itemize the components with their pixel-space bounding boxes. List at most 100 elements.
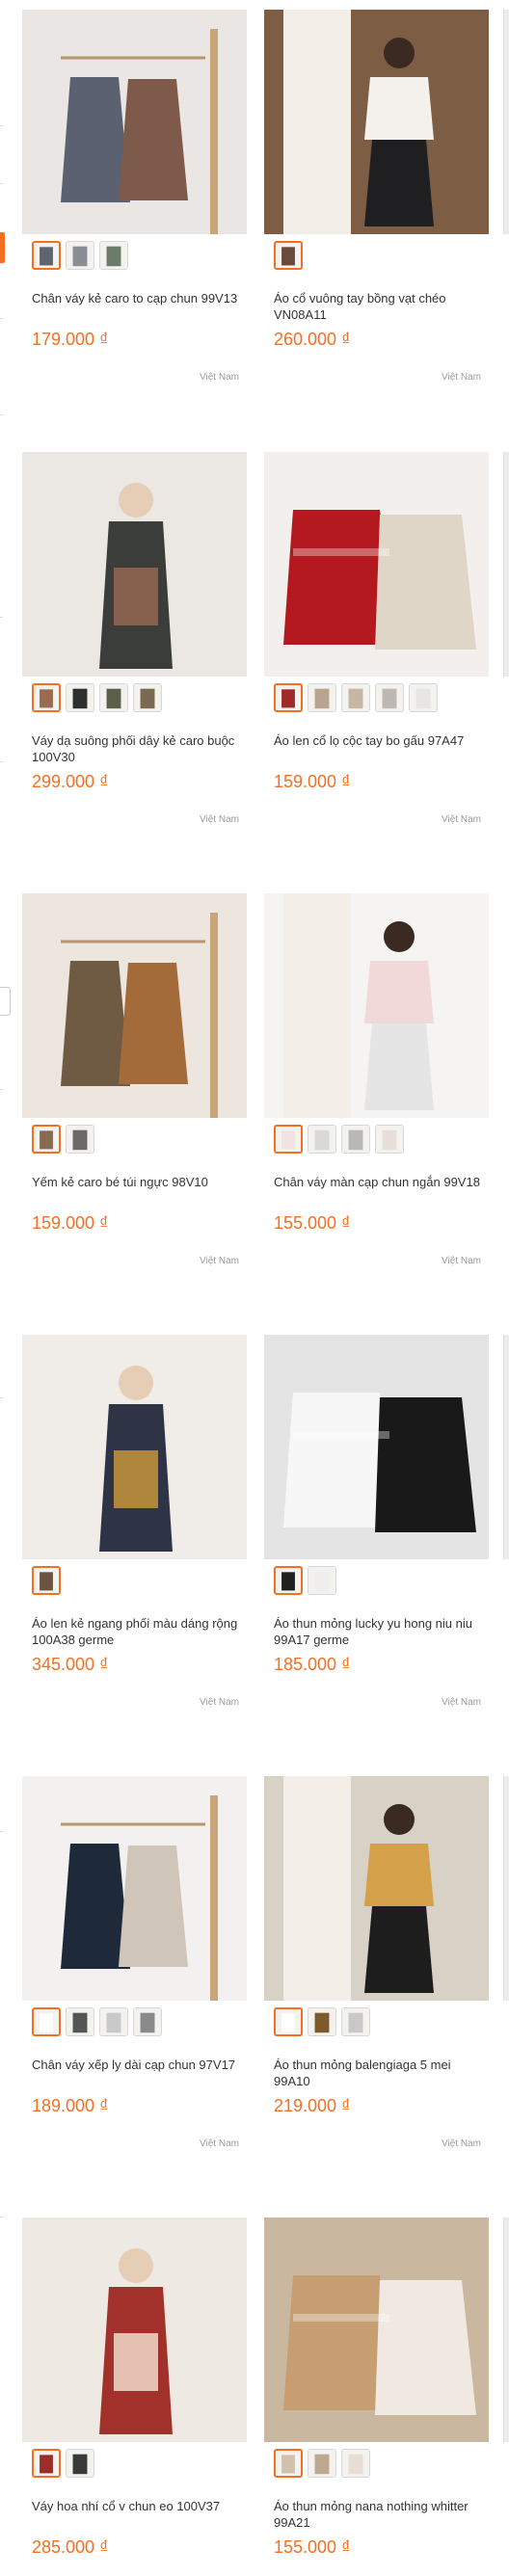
- scroll-handle[interactable]: [0, 987, 11, 1016]
- product-name[interactable]: Áo len cổ lọ cộc tay bo gấu 97A47: [274, 732, 481, 749]
- variant-thumbnail[interactable]: [375, 683, 404, 712]
- product-image[interactable]: [22, 1776, 247, 2001]
- next-card-peek: [503, 1776, 509, 2001]
- variant-thumbnail[interactable]: [32, 2449, 61, 2478]
- product-image[interactable]: [22, 1335, 247, 1559]
- product-price: 299.000 ₫: [32, 772, 109, 791]
- variant-thumbnails: [32, 2007, 162, 2036]
- product-card[interactable]: Chân váy kẻ caro to cạp chun 99V13 179.00…: [22, 10, 247, 443]
- product-image[interactable]: [22, 2217, 247, 2442]
- product-name[interactable]: Áo len kẻ ngang phối màu dáng rộng 100A3…: [32, 1615, 239, 1648]
- edge-tick: [0, 1831, 3, 1832]
- product-card[interactable]: Chân váy màn cạp chun ngắn 99V18 155.000 …: [264, 893, 489, 1327]
- variant-thumbnail[interactable]: [66, 2449, 94, 2478]
- product-name[interactable]: Chân váy kẻ caro to cạp chun 99V13: [32, 290, 239, 306]
- variant-thumbnail[interactable]: [341, 1125, 370, 1154]
- product-card[interactable]: Chân váy xếp ly dài cạp chun 97V17 189.00…: [22, 1776, 247, 2210]
- edge-tick: [0, 617, 3, 618]
- variant-thumbnail[interactable]: [308, 1566, 336, 1595]
- product-card[interactable]: Áo thun mỏng lucky yu hong niu niu 99A17…: [264, 1335, 489, 1768]
- product-name[interactable]: Váy hoa nhí cổ v chun eo 100V37: [32, 2498, 239, 2514]
- variant-thumbnail[interactable]: [274, 1566, 303, 1595]
- product-image[interactable]: [264, 1776, 489, 2001]
- product-price: 179.000 ₫: [32, 330, 109, 349]
- variant-thumbnail[interactable]: [99, 2007, 128, 2036]
- next-card-peek: [503, 10, 509, 234]
- product-price: 345.000 ₫: [32, 1655, 109, 1674]
- product-card[interactable]: Áo cổ vuông tay bồng vạt chéo VN08A11 260…: [264, 10, 489, 443]
- product-card[interactable]: Áo len cổ lọ cộc tay bo gấu 97A47 159.000…: [264, 452, 489, 886]
- product-image[interactable]: [264, 10, 489, 234]
- edge-tick: [0, 318, 3, 319]
- product-card[interactable]: Áo thun mỏng balengiaga 5 mei 99A10 219.0…: [264, 1776, 489, 2210]
- next-card-peek: [503, 1335, 509, 1559]
- variant-thumbnail[interactable]: [32, 241, 61, 270]
- variant-thumbnail[interactable]: [66, 1125, 94, 1154]
- variant-thumbnail[interactable]: [341, 2007, 370, 2036]
- variant-thumbnail[interactable]: [99, 683, 128, 712]
- product-card[interactable]: Yếm kẻ caro bé túi ngực 98V10 159.000 ₫ Vi…: [22, 893, 247, 1327]
- product-card[interactable]: Váy hoa nhí cổ v chun eo 100V37 285.000 ₫…: [22, 2217, 247, 2576]
- product-image[interactable]: [22, 893, 247, 1118]
- product-price: 185.000 ₫: [274, 1655, 351, 1674]
- product-name[interactable]: Váy dạ suông phối dây kẻ caro buộc 100V3…: [32, 732, 239, 765]
- product-origin: Việt Nam: [442, 814, 481, 825]
- variant-thumbnail[interactable]: [99, 241, 128, 270]
- variant-thumbnail[interactable]: [341, 2449, 370, 2478]
- product-origin: Việt Nam: [442, 372, 481, 383]
- product-image[interactable]: [264, 2217, 489, 2442]
- product-image[interactable]: [22, 10, 247, 234]
- product-card[interactable]: Áo len kẻ ngang phối màu dáng rộng 100A3…: [22, 1335, 247, 1768]
- variant-thumbnail[interactable]: [409, 683, 438, 712]
- variant-thumbnails: [274, 683, 438, 712]
- product-image[interactable]: [264, 893, 489, 1118]
- product-image[interactable]: [264, 1335, 489, 1559]
- variant-thumbnail[interactable]: [308, 2007, 336, 2036]
- variant-thumbnails: [274, 241, 303, 270]
- product-name[interactable]: Áo thun mỏng lucky yu hong niu niu 99A17…: [274, 1615, 481, 1648]
- variant-thumbnail[interactable]: [274, 1125, 303, 1154]
- variant-thumbnail[interactable]: [308, 1125, 336, 1154]
- variant-thumbnail[interactable]: [341, 683, 370, 712]
- product-origin: Việt Nam: [200, 2138, 239, 2149]
- edge-tick: [0, 761, 3, 762]
- product-name[interactable]: Chân váy xếp ly dài cạp chun 97V17: [32, 2057, 239, 2073]
- product-name[interactable]: Áo cổ vuông tay bồng vạt chéo VN08A11: [274, 290, 481, 323]
- active-indicator: [0, 232, 5, 263]
- variant-thumbnail[interactable]: [66, 2007, 94, 2036]
- variant-thumbnail[interactable]: [375, 1125, 404, 1154]
- variant-thumbnails: [274, 2449, 370, 2478]
- variant-thumbnails: [32, 683, 162, 712]
- variant-thumbnail[interactable]: [32, 1566, 61, 1595]
- variant-thumbnail[interactable]: [66, 241, 94, 270]
- variant-thumbnail[interactable]: [308, 683, 336, 712]
- product-name[interactable]: Áo thun mỏng balengiaga 5 mei 99A10: [274, 2057, 481, 2089]
- product-origin: Việt Nam: [200, 1697, 239, 1708]
- product-name[interactable]: Áo thun mỏng nana nothing whitter 99A21: [274, 2498, 481, 2531]
- variant-thumbnail[interactable]: [133, 2007, 162, 2036]
- edge-tick: [0, 414, 3, 415]
- variant-thumbnail[interactable]: [66, 683, 94, 712]
- product-image[interactable]: [264, 452, 489, 677]
- product-card[interactable]: Áo thun mỏng nana nothing whitter 99A21 1…: [264, 2217, 489, 2576]
- next-card-peek: [503, 2217, 509, 2442]
- product-origin: Việt Nam: [442, 2138, 481, 2149]
- variant-thumbnail[interactable]: [32, 1125, 61, 1154]
- variant-thumbnails: [274, 1566, 336, 1595]
- product-name[interactable]: Chân váy màn cạp chun ngắn 99V18: [274, 1174, 481, 1190]
- variant-thumbnail[interactable]: [274, 2449, 303, 2478]
- product-card[interactable]: Váy dạ suông phối dây kẻ caro buộc 100V3…: [22, 452, 247, 886]
- variant-thumbnail[interactable]: [133, 683, 162, 712]
- variant-thumbnail[interactable]: [32, 683, 61, 712]
- product-origin: Việt Nam: [442, 1256, 481, 1266]
- product-price: 189.000 ₫: [32, 2096, 109, 2115]
- variant-thumbnail[interactable]: [32, 2007, 61, 2036]
- product-image[interactable]: [22, 452, 247, 677]
- product-name[interactable]: Yếm kẻ caro bé túi ngực 98V10: [32, 1174, 239, 1190]
- variant-thumbnail[interactable]: [274, 683, 303, 712]
- product-origin: Việt Nam: [442, 1697, 481, 1708]
- variant-thumbnail[interactable]: [274, 241, 303, 270]
- variant-thumbnail[interactable]: [274, 2007, 303, 2036]
- product-price: 219.000 ₫: [274, 2096, 351, 2115]
- variant-thumbnail[interactable]: [308, 2449, 336, 2478]
